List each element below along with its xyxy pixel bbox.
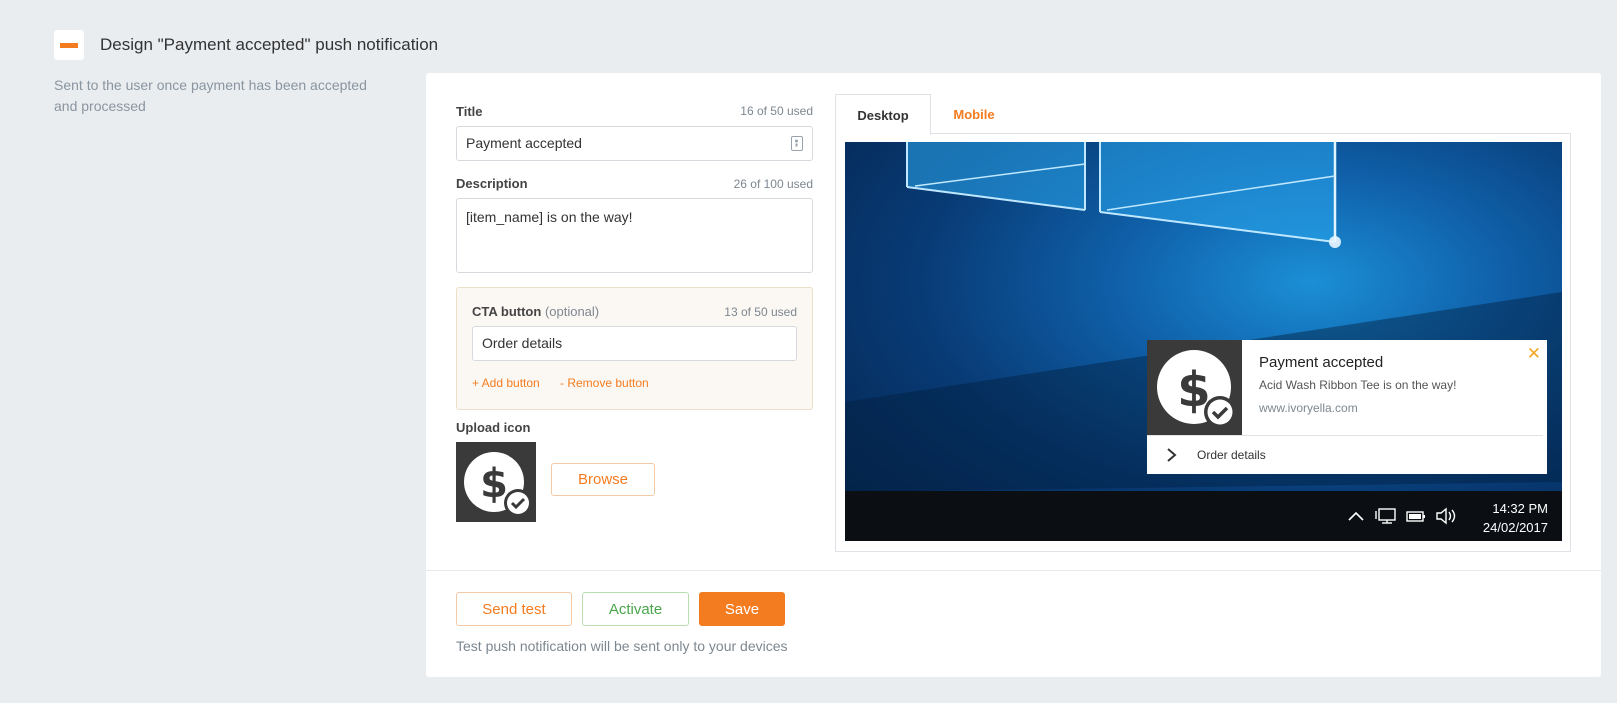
network-icon[interactable] (1375, 507, 1397, 525)
description-label: Description (456, 176, 528, 191)
cta-label-text: CTA button (472, 304, 542, 319)
notification-body: Acid Wash Ribbon Tee is on the way! (1259, 378, 1457, 392)
title-input-value: Payment accepted (466, 135, 582, 151)
description-textarea[interactable]: [item_name] is on the way! (456, 198, 813, 273)
description-count: 26 of 100 used (733, 177, 813, 191)
collapse-button[interactable] (54, 30, 84, 60)
notification-action-button[interactable]: Order details (1147, 436, 1547, 474)
tab-mobile[interactable]: Mobile (938, 94, 1010, 134)
volume-icon[interactable] (1435, 507, 1457, 525)
notification-url: www.ivoryella.com (1259, 401, 1358, 415)
taskbar-time: 14:32 PM (1492, 501, 1548, 516)
chevron-right-icon (1167, 448, 1177, 462)
taskbar: 14:32 PM 24/02/2017 (845, 491, 1562, 541)
cta-input-value: Order details (482, 335, 563, 351)
card-divider (426, 570, 1601, 571)
cta-label: CTA button (optional) (472, 304, 599, 319)
svg-text:$: $ (480, 461, 508, 507)
page-title: Design "Payment accepted" push notificat… (100, 35, 439, 54)
dollar-check-icon: $ (464, 452, 532, 517)
test-notification-note: Test push notification will be sent only… (456, 638, 788, 654)
chevron-up-icon[interactable] (1347, 509, 1365, 523)
browse-button[interactable]: Browse (551, 463, 655, 496)
add-button-link[interactable]: + Add button (472, 376, 540, 390)
save-button[interactable]: Save (699, 592, 785, 626)
remove-button-link[interactable]: - Remove button (560, 376, 649, 390)
uploaded-icon-preview: $ (456, 442, 536, 522)
battery-icon[interactable] (1405, 508, 1427, 524)
page-description: Sent to the user once payment has been a… (54, 77, 367, 114)
emoji-picker-icon[interactable] (791, 136, 803, 151)
activate-button[interactable]: Activate (582, 592, 689, 626)
close-icon[interactable]: ✕ (1527, 344, 1541, 364)
upload-icon-label: Upload icon (456, 420, 531, 435)
title-label: Title (456, 104, 483, 119)
notification-icon: $ (1147, 340, 1242, 435)
notification-action-label: Order details (1197, 448, 1266, 462)
tray-icons (1347, 491, 1457, 541)
push-notification-preview: $ Payment accepted Acid Wash Ribbon Tee … (1147, 340, 1547, 474)
cta-input[interactable]: Order details (472, 326, 797, 361)
taskbar-clock[interactable]: 14:32 PM 24/02/2017 (1483, 499, 1548, 537)
tab-desktop[interactable]: Desktop (835, 94, 931, 135)
description-textarea-value: [item_name] is on the way! (466, 209, 633, 225)
dollar-check-icon: $ (1157, 350, 1236, 428)
cta-count: 13 of 50 used (724, 305, 797, 319)
cta-optional-hint: (optional) (544, 304, 600, 319)
send-test-button[interactable]: Send test (456, 592, 572, 626)
desktop-preview: $ Payment accepted Acid Wash Ribbon Tee … (845, 142, 1562, 541)
title-input[interactable]: Payment accepted (456, 126, 813, 161)
title-count: 16 of 50 used (740, 104, 813, 118)
taskbar-date: 24/02/2017 (1482, 520, 1548, 535)
notification-title: Payment accepted (1259, 354, 1384, 371)
